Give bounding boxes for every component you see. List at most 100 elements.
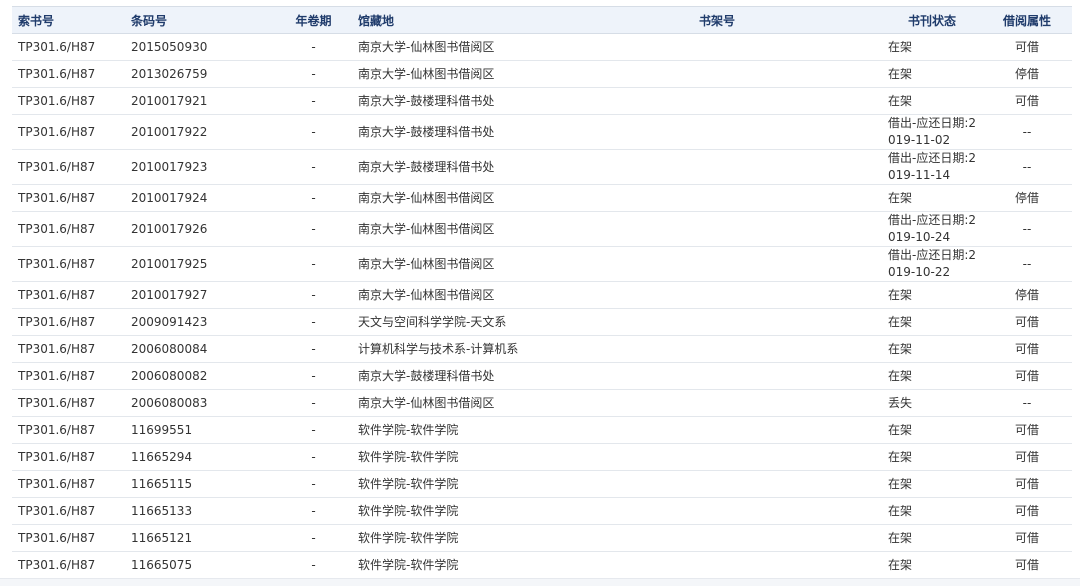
cell-barcode: 2015050930 bbox=[125, 33, 275, 61]
cell-barcode: 11665075 bbox=[125, 551, 275, 579]
header-barcode: 条码号 bbox=[125, 6, 275, 34]
cell-shelf-no bbox=[552, 184, 882, 212]
table-row: TP301.6/H87 2010017923- 南京大学-鼓楼理科借书处 借出-应还日… bbox=[12, 149, 1072, 185]
table-row: TP301.6/H87 2006080084- 计算机科学与技术系-计算机系 在架 可借 bbox=[12, 335, 1072, 363]
cell-status: 借出-应还日期:2019-11-14 bbox=[882, 149, 982, 185]
table-row: TP301.6/H87 11699551- 软件学院-软件学院 在架 可借 bbox=[12, 416, 1072, 444]
cell-call-no: TP301.6/H87 bbox=[12, 416, 125, 444]
cell-barcode: 2006080083 bbox=[125, 389, 275, 417]
table-row: TP301.6/H87 2006080083- 南京大学-仙林图书借阅区 丢失 -- bbox=[12, 389, 1072, 417]
cell-status: 在架 bbox=[882, 87, 982, 115]
cell-loan-type: -- bbox=[982, 211, 1072, 247]
cell-barcode: 2010017925 bbox=[125, 246, 275, 282]
cell-location: 软件学院-软件学院 bbox=[352, 551, 552, 579]
cell-status: 在架 bbox=[882, 308, 982, 336]
cell-status: 借出-应还日期:2019-10-24 bbox=[882, 211, 982, 247]
cell-volume: - bbox=[275, 33, 352, 61]
cell-call-no: TP301.6/H87 bbox=[12, 551, 125, 579]
cell-shelf-no bbox=[552, 389, 882, 417]
cell-shelf-no bbox=[552, 362, 882, 390]
cell-location: 南京大学-仙林图书借阅区 bbox=[352, 281, 552, 309]
cell-loan-type: 可借 bbox=[982, 524, 1072, 552]
table-row: TP301.6/H87 11665115- 软件学院-软件学院 在架 可借 bbox=[12, 470, 1072, 498]
cell-barcode: 2010017921 bbox=[125, 87, 275, 115]
cell-call-no: TP301.6/H87 bbox=[12, 308, 125, 336]
cell-status: 在架 bbox=[882, 281, 982, 309]
cell-location: 南京大学-仙林图书借阅区 bbox=[352, 246, 552, 282]
table-header-row: 索书号 条码号 年卷期 馆藏地 书架号 书刊状态 借阅属性 bbox=[12, 6, 1072, 34]
cell-shelf-no bbox=[552, 87, 882, 115]
cell-location: 南京大学-鼓楼理科借书处 bbox=[352, 114, 552, 150]
cell-volume: - bbox=[275, 211, 352, 247]
cell-status: 在架 bbox=[882, 443, 982, 471]
cell-volume: - bbox=[275, 335, 352, 363]
cell-location: 软件学院-软件学院 bbox=[352, 497, 552, 525]
table-row: TP301.6/H87 2010017926- 南京大学-仙林图书借阅区 借出-应还日… bbox=[12, 211, 1072, 247]
cell-barcode: 2010017924 bbox=[125, 184, 275, 212]
cell-volume: - bbox=[275, 389, 352, 417]
table-row: TP301.6/H87 2010017927- 南京大学-仙林图书借阅区 在架 停借 bbox=[12, 281, 1072, 309]
cell-call-no: TP301.6/H87 bbox=[12, 246, 125, 282]
cell-volume: - bbox=[275, 551, 352, 579]
table-row: TP301.6/H87 2010017924- 南京大学-仙林图书借阅区 在架 停借 bbox=[12, 184, 1072, 212]
cell-volume: - bbox=[275, 60, 352, 88]
cell-volume: - bbox=[275, 281, 352, 309]
cell-volume: - bbox=[275, 443, 352, 471]
cell-location: 南京大学-鼓楼理科借书处 bbox=[352, 149, 552, 185]
cell-status: 在架 bbox=[882, 184, 982, 212]
cell-shelf-no bbox=[552, 308, 882, 336]
cell-loan-type: 可借 bbox=[982, 362, 1072, 390]
cell-volume: - bbox=[275, 184, 352, 212]
cell-call-no: TP301.6/H87 bbox=[12, 497, 125, 525]
cell-loan-type: -- bbox=[982, 246, 1072, 282]
cell-status: 在架 bbox=[882, 362, 982, 390]
cell-location: 南京大学-仙林图书借阅区 bbox=[352, 389, 552, 417]
table-row: TP301.6/H87 2010017925- 南京大学-仙林图书借阅区 借出-应还日… bbox=[12, 246, 1072, 282]
cell-status: 在架 bbox=[882, 497, 982, 525]
cell-loan-type: 可借 bbox=[982, 335, 1072, 363]
cell-shelf-no bbox=[552, 246, 882, 282]
holdings-table: 索书号 条码号 年卷期 馆藏地 书架号 书刊状态 借阅属性 TP301.6/H8… bbox=[12, 6, 1072, 579]
cell-barcode: 2006080084 bbox=[125, 335, 275, 363]
cell-call-no: TP301.6/H87 bbox=[12, 60, 125, 88]
cell-shelf-no bbox=[552, 114, 882, 150]
cell-volume: - bbox=[275, 246, 352, 282]
cell-barcode: 2009091423 bbox=[125, 308, 275, 336]
cell-barcode: 2010017923 bbox=[125, 149, 275, 185]
cell-barcode: 11665133 bbox=[125, 497, 275, 525]
cell-status: 在架 bbox=[882, 33, 982, 61]
cell-volume: - bbox=[275, 114, 352, 150]
cell-shelf-no bbox=[552, 524, 882, 552]
cell-loan-type: 停借 bbox=[982, 281, 1072, 309]
table-row: TP301.6/H87 11665121- 软件学院-软件学院 在架 可借 bbox=[12, 524, 1072, 552]
cell-barcode: 2010017922 bbox=[125, 114, 275, 150]
cell-location: 南京大学-仙林图书借阅区 bbox=[352, 60, 552, 88]
table-row: TP301.6/H87 2010017921- 南京大学-鼓楼理科借书处 在架 可借 bbox=[12, 87, 1072, 115]
cell-call-no: TP301.6/H87 bbox=[12, 524, 125, 552]
header-loan-type: 借阅属性 bbox=[982, 6, 1072, 34]
cell-status: 在架 bbox=[882, 416, 982, 444]
cell-call-no: TP301.6/H87 bbox=[12, 33, 125, 61]
cell-call-no: TP301.6/H87 bbox=[12, 362, 125, 390]
cell-loan-type: 可借 bbox=[982, 551, 1072, 579]
cell-location: 南京大学-鼓楼理科借书处 bbox=[352, 87, 552, 115]
table-row: TP301.6/H87 2006080082- 南京大学-鼓楼理科借书处 在架 可借 bbox=[12, 362, 1072, 390]
cell-barcode: 2010017926 bbox=[125, 211, 275, 247]
cell-call-no: TP301.6/H87 bbox=[12, 149, 125, 185]
cell-barcode: 11699551 bbox=[125, 416, 275, 444]
cell-shelf-no bbox=[552, 497, 882, 525]
table-row: TP301.6/H87 11665133- 软件学院-软件学院 在架 可借 bbox=[12, 497, 1072, 525]
cell-location: 计算机科学与技术系-计算机系 bbox=[352, 335, 552, 363]
cell-location: 南京大学-仙林图书借阅区 bbox=[352, 211, 552, 247]
cell-shelf-no bbox=[552, 335, 882, 363]
cell-volume: - bbox=[275, 470, 352, 498]
cell-location: 软件学院-软件学院 bbox=[352, 416, 552, 444]
cell-loan-type: -- bbox=[982, 149, 1072, 185]
cell-call-no: TP301.6/H87 bbox=[12, 389, 125, 417]
cell-loan-type: 可借 bbox=[982, 87, 1072, 115]
cell-loan-type: 可借 bbox=[982, 416, 1072, 444]
cell-volume: - bbox=[275, 362, 352, 390]
cell-status: 在架 bbox=[882, 335, 982, 363]
cell-loan-type: 停借 bbox=[982, 60, 1072, 88]
cell-loan-type: 可借 bbox=[982, 308, 1072, 336]
